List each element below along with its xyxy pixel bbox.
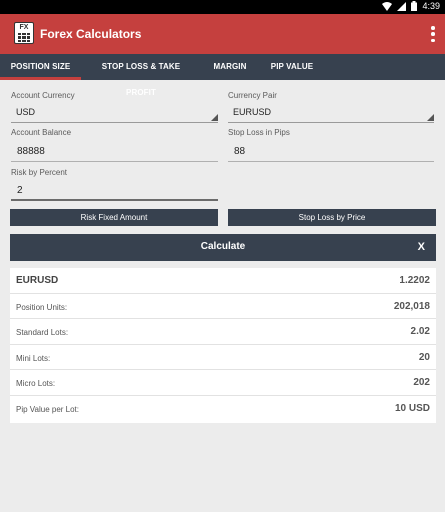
result-rate: 1.2202 xyxy=(399,275,430,286)
result-row: Position Units: 202,018 xyxy=(10,294,436,319)
calculate-button[interactable]: Calculate xyxy=(10,241,436,252)
calculate-bar: Calculate X xyxy=(10,234,436,261)
tab-pip-value[interactable]: PIP VALUE xyxy=(264,54,320,80)
stop-loss-pips-label: Stop Loss in Pips xyxy=(228,128,290,137)
battery-icon xyxy=(411,1,418,11)
result-label: Micro Lots: xyxy=(16,379,56,388)
result-pair-row: EURUSD 1.2202 xyxy=(10,268,436,294)
dropdown-arrow-icon xyxy=(427,114,434,121)
result-pair: EURUSD xyxy=(16,275,59,286)
risk-percent-label: Risk by Percent xyxy=(11,168,68,177)
result-label: Pip Value per Lot: xyxy=(16,404,80,414)
app-title: Forex Calculators xyxy=(40,27,142,41)
tab-bar: POSITION SIZE STOP LOSS & TAKE PROFIT MA… xyxy=(0,54,445,97)
results-card: EURUSD 1.2202 Position Units: 202,018 St… xyxy=(10,268,436,423)
result-row: Standard Lots: 2.02 xyxy=(10,319,436,345)
calculator-logo-icon: FX xyxy=(14,22,34,44)
result-value: 2.02 xyxy=(410,326,430,337)
wifi-icon xyxy=(382,1,393,11)
result-row: Pip Value per Lot: 10 USD xyxy=(10,396,436,422)
result-label: Position Units: xyxy=(16,302,68,312)
currency-pair-value: EURUSD xyxy=(233,107,272,117)
logo-text: FX xyxy=(19,24,29,31)
signal-icon xyxy=(397,1,407,11)
account-balance-label: Account Balance xyxy=(11,128,72,137)
result-row: Mini Lots: 20 xyxy=(10,345,436,370)
status-bar: 4:39 xyxy=(0,0,445,14)
clear-button[interactable]: X xyxy=(418,241,425,253)
dropdown-arrow-icon xyxy=(211,114,218,121)
account-balance-value: 88888 xyxy=(17,146,45,157)
stop-loss-pips-input[interactable]: 88 xyxy=(228,142,434,162)
account-currency-label: Account Currency xyxy=(11,91,75,100)
result-value: 10 USD xyxy=(394,402,430,414)
result-value: 20 xyxy=(418,351,430,363)
app-bar: FX Forex Calculators xyxy=(0,14,445,54)
result-value: 202 xyxy=(413,377,430,388)
result-label: Standard Lots: xyxy=(16,328,69,337)
risk-percent-input[interactable]: 2 xyxy=(11,181,218,201)
result-row: Micro Lots: 202 xyxy=(10,370,436,396)
overflow-menu-icon[interactable] xyxy=(431,26,435,42)
tab-margin[interactable]: MARGIN xyxy=(206,54,254,80)
currency-pair-label: Currency Pair xyxy=(228,91,277,100)
stop-loss-pips-value: 88 xyxy=(234,146,246,157)
account-currency-value: USD xyxy=(16,107,36,117)
account-balance-input[interactable]: 88888 xyxy=(11,142,218,162)
risk-fixed-amount-button[interactable]: Risk Fixed Amount xyxy=(10,209,218,226)
status-time: 4:39 xyxy=(422,1,440,11)
tab-stop-loss-take-profit[interactable]: STOP LOSS & TAKE PROFIT xyxy=(87,54,195,97)
result-value: 202,018 xyxy=(393,300,430,312)
tab-position-size[interactable]: POSITION SIZE xyxy=(0,54,81,80)
account-currency-select[interactable]: USD xyxy=(11,103,218,123)
currency-pair-select[interactable]: EURUSD xyxy=(228,103,434,123)
result-label: Mini Lots: xyxy=(16,353,51,363)
risk-percent-value: 2 xyxy=(17,185,23,196)
stop-loss-by-price-button[interactable]: Stop Loss by Price xyxy=(228,209,436,226)
